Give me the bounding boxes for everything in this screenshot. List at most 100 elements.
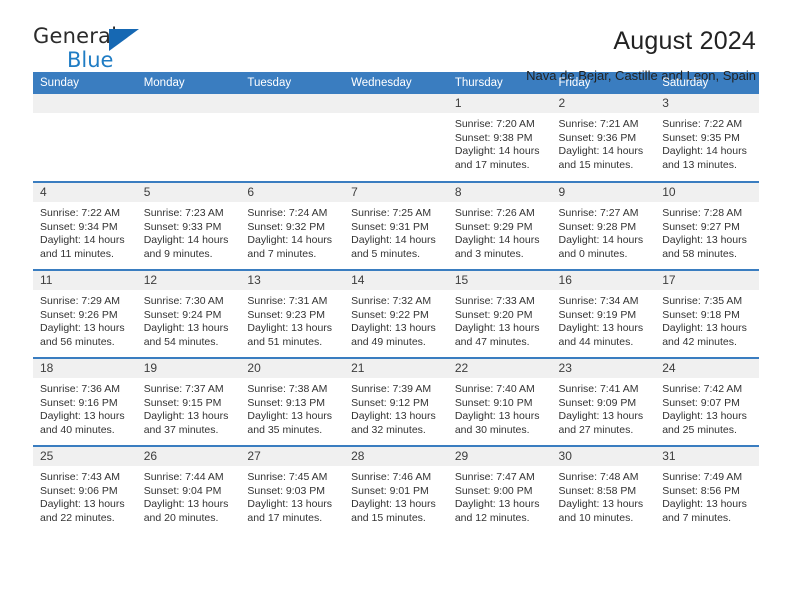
calendar-day-cell[interactable]: 1 Sunrise: 7:20 AM Sunset: 9:38 PM Daylight… (447, 94, 552, 182)
sunset-text: Sunset: 9:04 PM (143, 484, 222, 497)
day-info: Sunrise: 7:24 AM Sunset: 9:32 PM Daylight:… (240, 202, 344, 261)
day-info: Sunrise: 7:45 AM Sunset: 9:03 PM Daylight:… (240, 466, 344, 525)
sunset-text: Sunset: 9:09 PM (558, 396, 637, 409)
daylight-text-line1: Daylight: 13 hours (143, 498, 229, 511)
calendar-day-cell[interactable]: 6 Sunrise: 7:24 AM Sunset: 9:32 PM Daylight… (240, 181, 345, 270)
calendar-day-cell[interactable]: 4 Sunrise: 7:22 AM Sunset: 9:34 PM Daylight… (33, 181, 137, 270)
calendar-day-cell[interactable]: 14 Sunrise: 7:32 AM Sunset: 9:22 PM Dayligh… (344, 269, 448, 358)
calendar-day-cell[interactable]: 30 Sunrise: 7:48 AM Sunset: 8:58 PM Dayligh… (551, 445, 656, 534)
daylight-text-line1: Daylight: 14 hours (351, 234, 436, 247)
daylight-text-line2: and 44 minutes. (558, 335, 634, 348)
calendar-day-cell[interactable]: 20 Sunrise: 7:38 AM Sunset: 9:13 PM Dayligh… (240, 357, 345, 446)
day-info: Sunrise: 7:23 AM Sunset: 9:33 PM Daylight:… (137, 202, 241, 261)
daylight-text-line1: Daylight: 14 hours (558, 234, 644, 247)
sunset-text: Sunset: 9:22 PM (351, 308, 429, 321)
sunrise-text: Sunrise: 7:25 AM (351, 207, 432, 219)
calendar-day-cell[interactable]: 9 Sunrise: 7:27 AM Sunset: 9:28 PM Daylight… (551, 181, 656, 270)
sunset-text: Sunset: 9:35 PM (662, 131, 740, 144)
day-number: 29 (447, 447, 552, 466)
sunrise-text: Sunrise: 7:35 AM (662, 295, 743, 307)
calendar-day-cell[interactable]: 16 Sunrise: 7:34 AM Sunset: 9:19 PM Dayligh… (551, 269, 656, 358)
calendar-day-cell[interactable]: 26 Sunrise: 7:44 AM Sunset: 9:04 PM Dayligh… (136, 445, 241, 534)
daylight-text-line1: Daylight: 14 hours (558, 145, 644, 158)
calendar-day-cell[interactable]: 12 Sunrise: 7:30 AM Sunset: 9:24 PM Dayligh… (136, 269, 241, 358)
calendar-day-cell[interactable]: 15 Sunrise: 7:33 AM Sunset: 9:20 PM Dayligh… (447, 269, 552, 358)
sunset-text: Sunset: 9:31 PM (351, 220, 429, 233)
calendar-cell-empty (344, 94, 448, 182)
daylight-text-line2: and 7 minutes. (247, 247, 317, 260)
calendar-day-cell[interactable]: 10 Sunrise: 7:28 AM Sunset: 9:27 PM Dayligh… (655, 181, 759, 270)
calendar-day-cell[interactable]: 28 Sunrise: 7:46 AM Sunset: 9:01 PM Dayligh… (344, 445, 448, 534)
calendar-page: General Blue August 2024 Nava de Bejar, … (0, 0, 792, 612)
daylight-text-line2: and 15 minutes. (558, 158, 634, 171)
general-blue-logo[interactable]: General Blue (33, 26, 153, 78)
daylight-text-line1: Daylight: 14 hours (40, 234, 125, 247)
sunset-text: Sunset: 8:58 PM (558, 484, 637, 497)
sunset-text: Sunset: 9:34 PM (40, 220, 118, 233)
calendar-day-cell[interactable]: 18 Sunrise: 7:36 AM Sunset: 9:16 PM Dayligh… (33, 357, 137, 446)
sunrise-text: Sunrise: 7:38 AM (247, 383, 328, 395)
daylight-text-line2: and 25 minutes. (662, 423, 737, 436)
calendar-day-cell[interactable]: 24 Sunrise: 7:42 AM Sunset: 9:07 PM Dayligh… (655, 357, 759, 446)
day-number: 22 (447, 359, 552, 378)
calendar-day-cell[interactable]: 29 Sunrise: 7:47 AM Sunset: 9:00 PM Dayligh… (447, 445, 552, 534)
daylight-text-line2: and 22 minutes. (40, 511, 115, 524)
calendar-day-cell[interactable]: 7 Sunrise: 7:25 AM Sunset: 9:31 PM Daylight… (344, 181, 448, 270)
calendar-table: Sunday Monday Tuesday Wednesday Thursday Frid… (33, 72, 759, 534)
sunrise-text: Sunrise: 7:48 AM (558, 471, 639, 483)
calendar-day-cell[interactable]: 13 Sunrise: 7:31 AM Sunset: 9:23 PM Dayligh… (240, 269, 345, 358)
calendar-day-cell[interactable]: 27 Sunrise: 7:45 AM Sunset: 9:03 PM Dayligh… (240, 445, 345, 534)
daylight-text-line2: and 56 minutes. (40, 335, 115, 348)
daylight-text-line2: and 10 minutes. (558, 511, 634, 524)
calendar-day-cell[interactable]: 5 Sunrise: 7:23 AM Sunset: 9:33 PM Daylight… (136, 181, 241, 270)
day-info: Sunrise: 7:33 AM Sunset: 9:20 PM Daylight:… (448, 290, 552, 349)
sunset-text: Sunset: 9:01 PM (351, 484, 429, 497)
daylight-text-line1: Daylight: 13 hours (351, 410, 436, 423)
daylight-text-line1: Daylight: 13 hours (662, 234, 747, 247)
daylight-text-line1: Daylight: 13 hours (662, 322, 747, 335)
sunset-text: Sunset: 9:29 PM (454, 220, 533, 233)
day-number: 3 (655, 94, 759, 113)
daylight-text-line1: Daylight: 13 hours (454, 322, 540, 335)
day-number: 16 (551, 271, 656, 290)
day-info: Sunrise: 7:34 AM Sunset: 9:19 PM Daylight:… (552, 290, 656, 349)
calendar-day-cell[interactable]: 19 Sunrise: 7:37 AM Sunset: 9:15 PM Dayligh… (136, 357, 241, 446)
sunset-text: Sunset: 9:38 PM (454, 131, 533, 144)
day-info: Sunrise: 7:35 AM Sunset: 9:18 PM Daylight:… (655, 290, 759, 349)
calendar-day-cell[interactable]: 23 Sunrise: 7:41 AM Sunset: 9:09 PM Dayligh… (551, 357, 656, 446)
calendar-day-cell[interactable]: 22 Sunrise: 7:40 AM Sunset: 9:10 PM Dayligh… (447, 357, 552, 446)
day-number: 27 (240, 447, 345, 466)
logo-word-blue: Blue (67, 48, 114, 72)
sunset-text: Sunset: 9:15 PM (143, 396, 222, 409)
daylight-text-line2: and 15 minutes. (351, 511, 426, 524)
daylight-text-line1: Daylight: 13 hours (454, 410, 540, 423)
day-info: Sunrise: 7:20 AM Sunset: 9:38 PM Daylight:… (448, 113, 552, 172)
sunset-text: Sunset: 9:03 PM (247, 484, 326, 497)
calendar-day-cell[interactable]: 2 Sunrise: 7:21 AM Sunset: 9:36 PM Daylight… (551, 94, 656, 182)
day-number: 13 (240, 271, 345, 290)
day-number: 17 (655, 271, 759, 290)
daylight-text-line1: Daylight: 13 hours (351, 498, 436, 511)
day-number: 20 (240, 359, 345, 378)
sunset-text: Sunset: 9:32 PM (247, 220, 326, 233)
day-info: Sunrise: 7:40 AM Sunset: 9:10 PM Daylight:… (448, 378, 552, 437)
calendar-day-cell[interactable]: 25 Sunrise: 7:43 AM Sunset: 9:06 PM Dayligh… (33, 445, 137, 534)
sunrise-text: Sunrise: 7:26 AM (454, 207, 535, 219)
daylight-text-line1: Daylight: 14 hours (454, 234, 540, 247)
calendar-day-cell[interactable]: 3 Sunrise: 7:22 AM Sunset: 9:35 PM Daylight… (655, 94, 759, 182)
sunset-text: Sunset: 9:18 PM (662, 308, 740, 321)
day-info: Sunrise: 7:22 AM Sunset: 9:35 PM Daylight:… (655, 113, 759, 172)
calendar-day-cell[interactable]: 8 Sunrise: 7:26 AM Sunset: 9:29 PM Daylight… (447, 181, 552, 270)
calendar-day-cell[interactable]: 31 Sunrise: 7:49 AM Sunset: 8:56 PM Dayligh… (655, 445, 759, 534)
sunrise-text: Sunrise: 7:43 AM (40, 471, 120, 483)
calendar-day-cell[interactable]: 21 Sunrise: 7:39 AM Sunset: 9:12 PM Dayligh… (344, 357, 448, 446)
day-number: 14 (344, 271, 448, 290)
day-number (33, 94, 137, 113)
daylight-text-line1: Daylight: 14 hours (143, 234, 229, 247)
sunset-text: Sunset: 9:13 PM (247, 396, 326, 409)
calendar-week-row: 1 Sunrise: 7:20 AM Sunset: 9:38 PM Daylight… (33, 94, 759, 182)
calendar-day-cell[interactable]: 11 Sunrise: 7:29 AM Sunset: 9:26 PM Dayligh… (33, 269, 137, 358)
sunset-text: Sunset: 9:27 PM (662, 220, 740, 233)
calendar-day-cell[interactable]: 17 Sunrise: 7:35 AM Sunset: 9:18 PM Dayligh… (655, 269, 759, 358)
daylight-text-line1: Daylight: 13 hours (454, 498, 540, 511)
